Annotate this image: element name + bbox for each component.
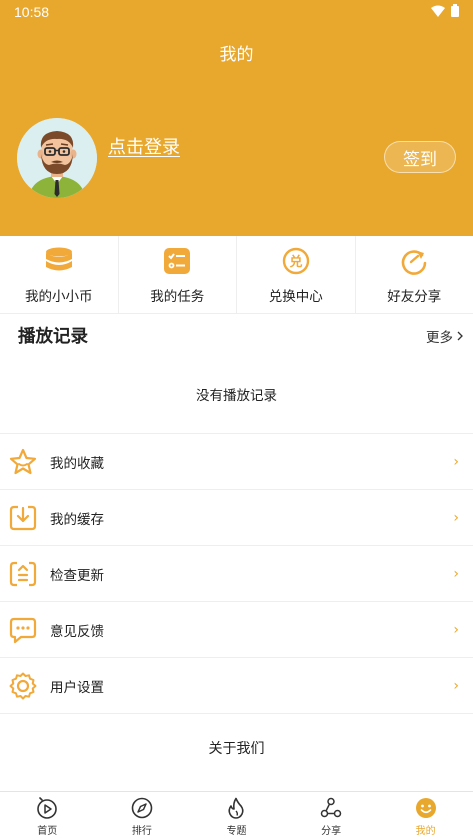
chevron-right-icon: ›: [453, 453, 459, 470]
download-icon: [9, 504, 37, 532]
checkin-button[interactable]: 签到: [384, 141, 456, 173]
profile-header: 10:58 我的 点击登录 签到: [0, 0, 473, 236]
flame-icon: [225, 797, 247, 819]
history-title: 播放记录: [18, 327, 88, 347]
chevron-right-icon: ›: [453, 677, 459, 694]
quick-item-coins[interactable]: 我的小小币: [0, 236, 119, 313]
menu-list: 我的收藏 › 我的缓存 › 检查更新 › 意见反馈 › 用户设置 ›: [0, 433, 473, 714]
status-time: 10:58: [14, 4, 50, 20]
coins-stack-icon: [44, 246, 74, 276]
nav-item-ranking[interactable]: 排行: [95, 792, 190, 840]
battery-icon: [451, 4, 459, 17]
quick-label: 好友分享: [387, 289, 442, 305]
nav-item-share[interactable]: 分享: [284, 792, 379, 840]
nav-item-topics[interactable]: 专题: [189, 792, 284, 840]
menu-label: 我的收藏: [50, 455, 104, 472]
chevron-right-icon: ›: [453, 509, 459, 526]
exchange-icon: 兑: [281, 246, 311, 276]
wifi-icon: [431, 5, 445, 17]
avatar-illustration: [17, 118, 97, 198]
status-icons: [431, 4, 459, 17]
quick-actions: 我的小小币 我的任务 兑 兑换中心 好友分享: [0, 236, 473, 314]
profile-page: 10:58 我的 点击登录 签到 我的小小币 我的任务 兑 兑换中心 好友分享 …: [0, 0, 473, 840]
quick-label: 我的小小币: [25, 289, 93, 305]
task-list-icon: [162, 246, 192, 276]
avatar[interactable]: [17, 118, 97, 198]
status-bar: 10:58: [0, 0, 473, 24]
quick-item-exchange[interactable]: 兑 兑换中心: [237, 236, 356, 313]
menu-label: 我的缓存: [50, 511, 104, 528]
nav-item-mine[interactable]: 我的: [378, 792, 473, 840]
compass-icon: [131, 797, 153, 819]
star-icon: [9, 448, 37, 476]
menu-item-cache[interactable]: 我的缓存 ›: [0, 490, 473, 546]
feedback-icon: [9, 616, 37, 644]
quick-label: 我的任务: [150, 289, 205, 305]
nav-label: 排行: [131, 826, 152, 837]
chevron-right-icon: ›: [453, 621, 459, 638]
about-us-link[interactable]: 关于我们: [0, 738, 473, 758]
quick-item-tasks[interactable]: 我的任务: [119, 236, 237, 313]
menu-item-settings[interactable]: 用户设置 ›: [0, 658, 473, 714]
nav-label: 分享: [321, 826, 342, 837]
menu-item-update[interactable]: 检查更新 ›: [0, 546, 473, 602]
nav-label: 我的: [415, 826, 436, 837]
settings-gear-icon: [9, 672, 37, 700]
quick-item-share[interactable]: 好友分享: [356, 236, 473, 313]
chevron-right-icon: ›: [453, 565, 459, 582]
nav-label: 专题: [226, 826, 247, 837]
menu-item-feedback[interactable]: 意见反馈 ›: [0, 602, 473, 658]
smile-icon: [415, 797, 437, 819]
login-link[interactable]: 点击登录: [108, 133, 180, 159]
home-play-icon: [36, 797, 58, 819]
svg-text:兑: 兑: [289, 254, 302, 270]
nav-item-home[interactable]: 首页: [0, 792, 95, 840]
page-title: 我的: [219, 45, 254, 65]
update-icon: [9, 560, 37, 588]
share-nodes-icon: [320, 797, 342, 819]
history-empty-text: 没有播放记录: [196, 388, 277, 404]
menu-label: 用户设置: [50, 679, 104, 696]
share-arrow-icon: [399, 246, 429, 276]
menu-label: 意见反馈: [50, 623, 104, 640]
bottom-nav: 首页 排行 专题 分享 我的: [0, 791, 473, 840]
menu-label: 检查更新: [50, 567, 104, 584]
chevron-right-icon: [457, 331, 463, 341]
history-more-link[interactable]: 更多: [426, 326, 463, 346]
nav-label: 首页: [37, 826, 58, 837]
history-more-label: 更多: [426, 330, 453, 346]
quick-label: 兑换中心: [268, 289, 323, 305]
menu-item-favorites[interactable]: 我的收藏 ›: [0, 434, 473, 490]
